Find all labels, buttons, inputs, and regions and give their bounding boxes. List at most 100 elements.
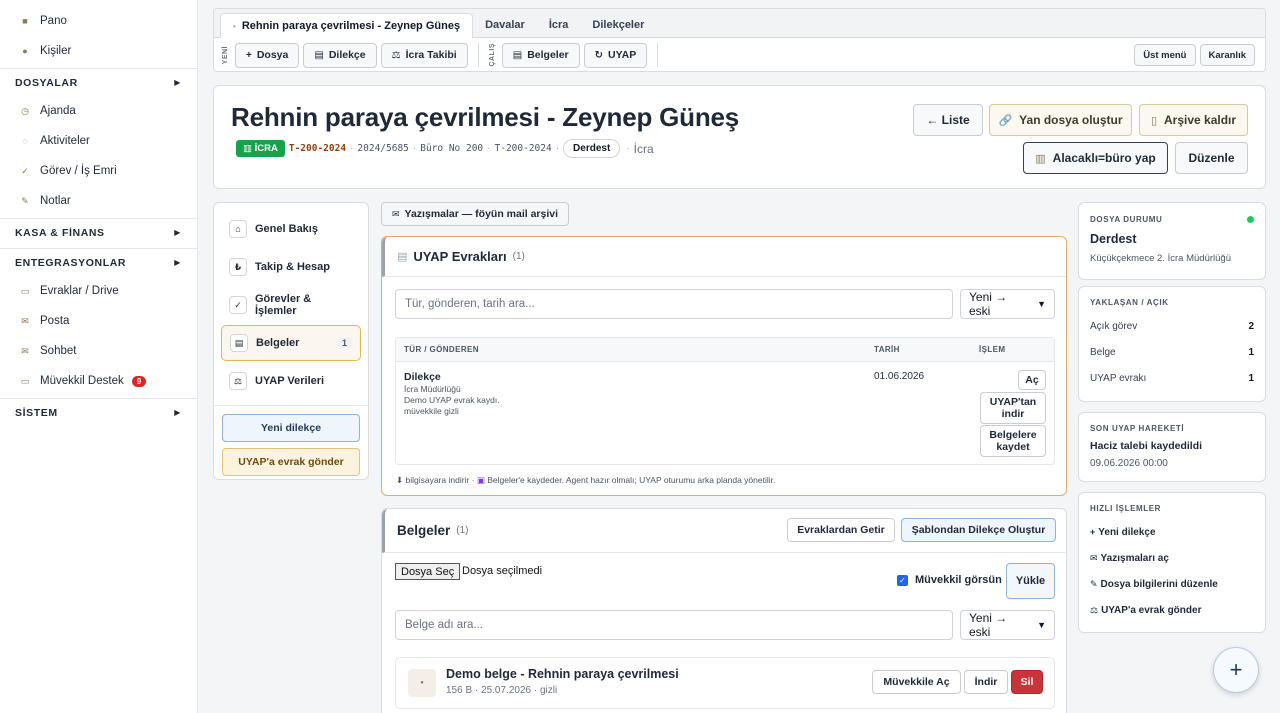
- create-from-template-button[interactable]: Şablondan Dilekçe Oluştur: [901, 518, 1056, 542]
- bank-icon: ▥: [1035, 152, 1046, 165]
- quick-edit-file[interactable]: ✎ Dosya bilgilerini düzenle: [1090, 571, 1254, 597]
- refresh-icon: ↻: [594, 49, 604, 61]
- documents-card: Belgeler (1) Evraklardan Getir Şablondan…: [381, 508, 1067, 713]
- person-icon: ●: [22, 46, 28, 56]
- tab-dilekceler[interactable]: Dilekçeler: [580, 13, 656, 37]
- sidebar-item-pano[interactable]: ■ Pano: [0, 6, 197, 36]
- floating-add-button[interactable]: +: [1213, 647, 1259, 693]
- card-count: (1): [512, 251, 525, 262]
- folder-icon: ▭: [20, 285, 30, 296]
- set-creditor-button[interactable]: ▥ Alacaklı=büro yap: [1023, 142, 1168, 174]
- esas-number: 2024/5685: [357, 143, 409, 154]
- sidebar-item-posta[interactable]: ✉ Posta: [0, 306, 197, 336]
- archive-button[interactable]: ▯ Arşive kaldır: [1139, 104, 1248, 136]
- file-number: T-200-2024: [288, 143, 347, 154]
- delete-button[interactable]: Sil: [1011, 670, 1043, 694]
- new-petition-button[interactable]: ▤ Dilekçe: [303, 42, 377, 68]
- tab-current-file[interactable]: • Rehnin paraya çevrilmesi - Zeynep Güneş: [220, 13, 474, 38]
- lira-icon: ₺: [229, 258, 247, 276]
- row-type: Dilekçe: [404, 371, 441, 383]
- nav-uyap-data[interactable]: ⚖ UYAP Verileri: [221, 363, 361, 399]
- sidebar-item-kisiler[interactable]: ● Kişiler: [0, 36, 197, 66]
- status-value: Derdest: [1090, 232, 1137, 246]
- sidebar-section-kasa[interactable]: KASA & FİNANS ▶: [0, 218, 197, 246]
- tab-icra[interactable]: İcra: [537, 13, 581, 37]
- sidebar-item-gorev[interactable]: ✓ Görev / İş Emri: [0, 156, 197, 186]
- row-visibility: müvekkile gizli: [404, 406, 459, 416]
- toolbar-group-label-calis: ÇALIŞ: [488, 43, 496, 67]
- document-icon: ▤: [512, 49, 523, 61]
- quick-send-uyap[interactable]: ⚖ UYAP'a evrak gönder: [1090, 597, 1254, 623]
- row-date: 01.06.2026: [874, 371, 925, 382]
- document-search-input[interactable]: Belge adı ara...: [395, 610, 953, 640]
- send-to-uyap-side-button[interactable]: UYAP'a evrak gönder: [222, 448, 360, 476]
- caret-right-icon: ▶: [174, 258, 181, 267]
- activity-icon: ◌: [22, 136, 28, 146]
- top-menu-button[interactable]: Üst menü: [1134, 44, 1196, 66]
- card-label: YAKLAŞAN / AÇIK: [1090, 298, 1169, 307]
- sidebar-item-ajanda[interactable]: ◷ Ajanda: [0, 96, 197, 126]
- top-bar: • Rehnin paraya çevrilmesi - Zeynep Güneş…: [213, 8, 1266, 72]
- edit-button[interactable]: Düzenle: [1175, 142, 1248, 174]
- sidebar-section-sistem[interactable]: SİSTEM ▶: [0, 398, 197, 426]
- documents-button[interactable]: ▤ Belgeler: [501, 42, 580, 68]
- uyap-documents-card: ▤ UYAP Evrakları (1) Tür, gönderen, tari…: [381, 236, 1067, 496]
- building-icon: ▥: [243, 143, 255, 154]
- choose-file-button[interactable]: Dosya Seç: [395, 563, 461, 580]
- fetch-from-documents-button[interactable]: Evraklardan Getir: [787, 518, 895, 542]
- last-event-title: Haciz talebi kaydedildi: [1090, 440, 1203, 452]
- upload-button[interactable]: Yükle: [1006, 563, 1055, 599]
- uyap-search-input[interactable]: Tür, gönderen, tarih ara...: [395, 289, 953, 319]
- card-label: SON UYAP HAREKETİ: [1090, 424, 1185, 433]
- sidebar-section-dosyalar[interactable]: DOSYALAR ▶: [0, 68, 197, 96]
- document-name[interactable]: Demo belge - Rehnin paraya çevrilmesi: [446, 667, 679, 681]
- row-desc: Demo UYAP evrak kaydı.: [404, 395, 500, 405]
- buro-number: Büro No 200: [420, 143, 484, 154]
- save-to-documents-button[interactable]: Belgelere kaydet: [980, 425, 1046, 457]
- archive-icon: ▯: [1150, 114, 1157, 127]
- table-header: TÜR / GÖNDEREN TARİH İŞLEM: [396, 338, 1054, 362]
- sidebar-item-aktiviteler[interactable]: ◌ Aktiviteler: [0, 126, 197, 156]
- nav-tracking[interactable]: ₺ Takip & Hesap: [221, 249, 361, 285]
- new-enforcement-button[interactable]: ⚖ İcra Takibi: [380, 42, 468, 68]
- sidebar-item-muvekkil-destek[interactable]: ▭ Müvekkil Destek 9: [0, 366, 197, 396]
- uyap-button[interactable]: ↻ UYAP: [583, 42, 648, 68]
- caret-right-icon: ▶: [174, 78, 181, 87]
- nav-overview[interactable]: ⌂ Genel Bakış: [221, 211, 361, 247]
- new-petition-side-button[interactable]: Yeni dilekçe: [222, 414, 360, 442]
- new-file-button[interactable]: + Dosya: [235, 42, 300, 68]
- home-icon: ⌂: [229, 220, 247, 238]
- document-sort-select[interactable]: Yeni → eski ▼: [960, 610, 1055, 640]
- download-button[interactable]: İndir: [964, 670, 1008, 694]
- nav-documents[interactable]: ▤ Belgeler 1: [221, 325, 361, 361]
- quick-new-petition[interactable]: + Yeni dilekçe: [1090, 519, 1254, 545]
- open-to-client-button[interactable]: Müvekkile Aç: [872, 670, 961, 694]
- tab-bar: • Rehnin paraya çevrilmesi - Zeynep Güneş…: [214, 9, 1265, 38]
- open-button[interactable]: Aç: [1018, 370, 1046, 390]
- create-sub-file-button[interactable]: 🔗 Yan dosya oluştur: [989, 104, 1132, 136]
- pencil-icon: ✎: [21, 195, 29, 206]
- plus-icon: +: [1090, 527, 1096, 537]
- last-uyap-card: SON UYAP HAREKETİ Haciz talebi kaydedild…: [1078, 412, 1266, 482]
- divider: [214, 405, 368, 406]
- sidebar-item-notlar[interactable]: ✎ Notlar: [0, 186, 197, 216]
- support-icon: ▭: [20, 375, 30, 386]
- download-from-uyap-button[interactable]: UYAP'tan indir: [980, 392, 1046, 424]
- card-header: Belgeler (1) Evraklardan Getir Şablondan…: [382, 509, 1066, 553]
- client-visible-checkbox[interactable]: ✓: [897, 575, 908, 586]
- clock-icon: ◷: [21, 105, 29, 116]
- sidebar-section-entegrasyonlar[interactable]: ENTEGRASYONLAR ▶: [0, 248, 197, 276]
- chevron-down-icon: ▼: [1037, 299, 1046, 309]
- sidebar-item-evraklar[interactable]: ▭ Evraklar / Drive: [0, 276, 197, 306]
- back-to-list-button[interactable]: ← Liste: [913, 104, 983, 136]
- dark-mode-button[interactable]: Karanlık: [1199, 44, 1255, 66]
- uyap-sort-select[interactable]: Yeni → eski ▼: [960, 289, 1055, 319]
- correspondence-archive-button[interactable]: ✉ Yazışmalar — föyün mail arşivi: [381, 202, 570, 226]
- sidebar-item-sohbet[interactable]: ✉ Sohbet: [0, 336, 197, 366]
- tab-davalar[interactable]: Davalar: [473, 13, 537, 37]
- caret-right-icon: ▶: [174, 228, 181, 237]
- nav-tasks[interactable]: ✓ Görevler & İşlemler: [221, 287, 361, 323]
- document-icon: ▤: [230, 334, 248, 352]
- page-title: Rehnin paraya çevrilmesi - Zeynep Güneş: [231, 102, 740, 132]
- quick-open-correspondence[interactable]: ✉ Yazışmaları aç: [1090, 545, 1254, 571]
